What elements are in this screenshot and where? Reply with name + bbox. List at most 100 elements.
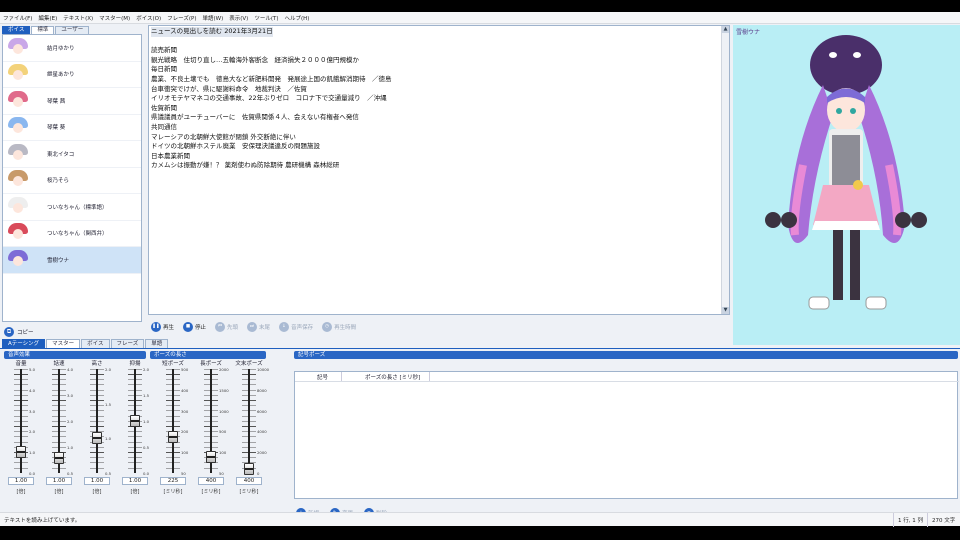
slider-track[interactable]	[96, 369, 98, 473]
voice-item[interactable]: 紲星あかり	[3, 62, 141, 88]
slider-unit: [ミリ秒]	[163, 489, 183, 495]
tab-user[interactable]: ユーザー	[55, 26, 90, 34]
slider-thumb[interactable]	[206, 450, 216, 463]
symbol-pause-table[interactable]: 記号 ポーズの長さ [ミリ秒]	[294, 371, 959, 499]
skip-end-button[interactable]: ⏭ 末尾	[247, 322, 270, 332]
editor-row: 佐賀新聞	[151, 104, 727, 114]
clock-button[interactable]: ◷ 再生時間	[322, 322, 356, 332]
voice-name: 琴葉 茜	[47, 98, 66, 105]
tick-label: 2000	[219, 367, 229, 372]
save-audio-button[interactable]: ↓ 音声保存	[279, 322, 313, 332]
slider-thumb[interactable]	[130, 415, 140, 427]
tick-label: 2000	[257, 450, 267, 456]
voice-item[interactable]: 結月ゆかり	[3, 35, 141, 62]
voice-item[interactable]: ついなちゃん（標準語）	[3, 194, 141, 221]
menu-help[interactable]: ヘルプ(H)	[284, 14, 309, 22]
slider-thumb[interactable]	[244, 462, 254, 475]
play-button[interactable]: ❚❚ 再生	[151, 322, 174, 332]
menu-phrase[interactable]: フレーズ(P)	[167, 14, 196, 22]
scroll-up-icon[interactable]: ▲	[722, 26, 729, 33]
copy-label: コピー	[17, 330, 34, 336]
slider: 高さ 2.0 1.5 1.0 0.5 1.00 [倍]	[82, 359, 112, 499]
menu-file[interactable]: ファイル(F)	[3, 14, 32, 22]
voice-avatar	[8, 143, 28, 164]
toolbar-label: 音声保存	[291, 325, 314, 331]
slider-thumb[interactable]	[16, 446, 26, 459]
voice-item[interactable]: ついなちゃん（関西弁）	[3, 221, 141, 247]
editor-line: 台車衝突でけが、県に駆謝料命令 地裁判決 ／佐賀	[151, 84, 307, 93]
tick-label: 400	[181, 387, 189, 393]
voice-avatar	[8, 170, 28, 190]
slider-value-input[interactable]: 400	[236, 477, 262, 485]
menu-voice[interactable]: ボイス(O)	[136, 14, 161, 22]
tick-label: 0.0	[143, 471, 150, 476]
skip-start-button[interactable]: ⏮ 先頭	[215, 322, 238, 332]
slider-value-input[interactable]: 1.00	[122, 477, 148, 485]
tick-label: 300	[181, 408, 189, 414]
tick-label: 50	[181, 471, 186, 476]
slider-track[interactable]	[172, 369, 174, 473]
voice-avatar	[8, 37, 28, 58]
tick-label: 1.0	[143, 419, 150, 424]
editor-row: マレーシアの北朝鮮大使館が閉鎖 外交断絶に伴い	[151, 133, 727, 143]
slider: 文末ポーズ 10000 8000 6000 4000 2000 0 400 [ミリ秒]	[234, 359, 269, 499]
menu-tools[interactable]: ツール(T)	[254, 14, 278, 22]
slider-thumb[interactable]	[92, 432, 102, 445]
voice-item[interactable]: 桜乃そら	[3, 168, 141, 194]
tab-standard[interactable]: 標準	[31, 26, 55, 34]
tab-phrase[interactable]: フレーズ	[110, 339, 145, 348]
voice-avatar	[8, 223, 28, 243]
voice-item[interactable]: 東北イタコ	[3, 141, 141, 168]
voice-item[interactable]: 琴葉 茜	[3, 88, 141, 115]
voice-name: 紲星あかり	[47, 72, 75, 79]
slider-title: 文末ポーズ	[235, 361, 263, 367]
tick-label: 10000	[257, 367, 270, 372]
slider-value-input[interactable]: 225	[160, 477, 186, 485]
slider-thumb[interactable]	[54, 452, 64, 465]
column-header-symbol: 記号	[317, 375, 329, 381]
status-message: テキストを読み上げています。	[4, 518, 81, 524]
voice-tabbar: ボイス 標準 ユーザー	[2, 25, 144, 34]
play-icon: ❚❚	[151, 322, 161, 332]
symbol-pause-header: 記号ポーズ	[294, 351, 958, 359]
stop-icon: ■	[183, 322, 194, 332]
tick-label: 100	[219, 450, 227, 456]
editor-scrollbar[interactable]: ▲ ▼	[721, 26, 729, 314]
tuning-panel-label: Aテーシング	[2, 339, 46, 348]
tick-label: 0.5	[143, 445, 150, 450]
voice-effect-header: 音声効果	[4, 351, 146, 359]
menu-master[interactable]: マスター(M)	[99, 14, 130, 22]
voice-item[interactable]: 琴葉 葵	[3, 115, 141, 141]
voice-item[interactable]: 雪樹ウナ	[3, 247, 141, 274]
menu-edit[interactable]: 編集(E)	[38, 14, 57, 22]
slider-unit: [倍]	[54, 489, 64, 495]
slider-unit: [倍]	[130, 489, 140, 495]
slider-value-input[interactable]: 1.00	[8, 477, 34, 485]
slider-value-input[interactable]: 1.00	[84, 477, 110, 485]
slider-thumb[interactable]	[168, 431, 178, 444]
toolbar-label: 再生時間	[334, 325, 357, 331]
tick-label: 4.0	[67, 367, 74, 372]
text-editor[interactable]: ニュースの見出しを読む 2021年3月21日 読売新聞 観光戦略 住切り直し…五輪海…	[148, 25, 730, 315]
column-divider	[341, 372, 342, 381]
menu-text[interactable]: テキスト(X)	[63, 14, 93, 22]
slider-track[interactable]	[248, 369, 250, 473]
tab-voice[interactable]: ボイス	[81, 339, 110, 348]
editor-row	[151, 37, 727, 47]
editor-line: 佐賀新聞	[151, 103, 177, 112]
voice-panel: ボイス 標準 ユーザー 結月ゆかり 紲星あかり 琴葉 茜琴葉 葵東北イタコ 桜乃そらつ…	[2, 25, 144, 343]
toolbar-label: 末尾	[259, 325, 271, 331]
tick-label: 4000	[257, 429, 267, 435]
clock-icon: ◷	[322, 322, 333, 332]
stop-button[interactable]: ■ 停止	[183, 322, 206, 332]
menu-view[interactable]: 表示(V)	[229, 14, 248, 22]
scroll-down-icon[interactable]: ▼	[722, 307, 729, 314]
copy-button[interactable]: ⧉ コピー	[4, 327, 34, 337]
editor-row: 日本農業新聞	[151, 152, 727, 162]
slider-value-input[interactable]: 400	[198, 477, 224, 485]
tab-word[interactable]: 単語	[145, 339, 169, 348]
slider-value-input[interactable]: 1.00	[46, 477, 72, 485]
menu-word[interactable]: 単語(W)	[203, 14, 224, 22]
toolbar-label: 再生	[163, 325, 175, 331]
tab-master[interactable]: マスター	[46, 339, 81, 348]
